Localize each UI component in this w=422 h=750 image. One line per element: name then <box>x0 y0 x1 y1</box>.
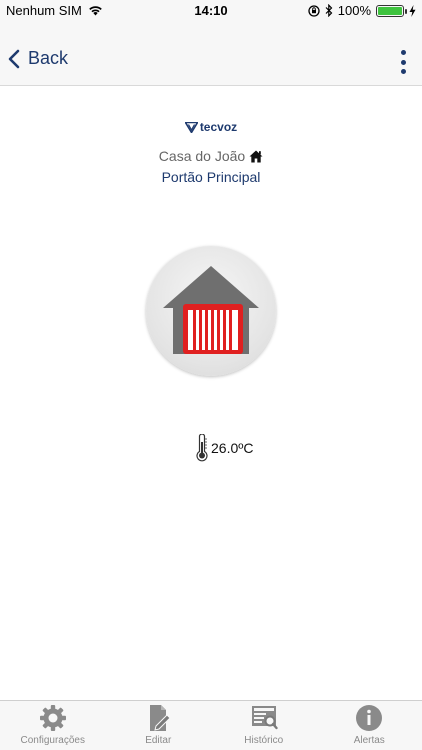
dot-icon <box>400 50 406 55</box>
chevron-left-icon <box>8 49 20 68</box>
tab-bar: Configurações Editar Histórico Alertas <box>0 700 422 750</box>
history-icon <box>251 706 278 730</box>
dot-icon <box>400 69 406 74</box>
brand-logo: tecvoz <box>0 120 422 134</box>
navigation-bar: Back <box>0 22 422 86</box>
bluetooth-icon <box>325 4 333 17</box>
battery-icon <box>376 4 407 17</box>
battery-percent: 100% <box>337 3 371 18</box>
info-icon <box>356 705 383 731</box>
house-name-row: Casa do João <box>0 148 422 164</box>
dot-icon <box>400 59 406 65</box>
back-label: Back <box>28 48 69 68</box>
garage-gate-icon <box>163 266 259 354</box>
edit-icon <box>150 705 171 731</box>
tab-label: Configurações <box>20 735 85 746</box>
house-name: Casa do João <box>158 148 246 164</box>
temperature-reading: 26.0ºC <box>195 434 253 462</box>
tab-alertas[interactable]: Alertas <box>317 701 422 750</box>
tab-historico[interactable]: Histórico <box>211 701 317 750</box>
orientation-lock-icon <box>308 4 320 17</box>
gear-icon <box>39 705 66 731</box>
temperature-value: 26.0ºC <box>211 440 254 456</box>
thermometer-icon <box>196 434 208 462</box>
tab-configuracoes[interactable]: Configurações <box>0 701 106 750</box>
tab-label: Editar <box>145 735 172 746</box>
tab-label: Alertas <box>353 735 385 746</box>
home-icon <box>249 150 263 162</box>
more-options-button[interactable] <box>398 50 408 74</box>
tab-editar[interactable]: Editar <box>106 701 212 750</box>
status-bar: Nenhum SIM 14:10 100% <box>0 0 422 22</box>
device-name: Portão Principal <box>161 169 261 185</box>
gate-toggle-button[interactable] <box>146 246 276 376</box>
tab-label: Histórico <box>244 735 284 746</box>
logo-text: tecvoz <box>199 120 238 134</box>
charging-icon <box>409 4 416 17</box>
tecvoz-logo-icon <box>184 121 198 133</box>
back-button[interactable]: Back <box>8 48 68 69</box>
